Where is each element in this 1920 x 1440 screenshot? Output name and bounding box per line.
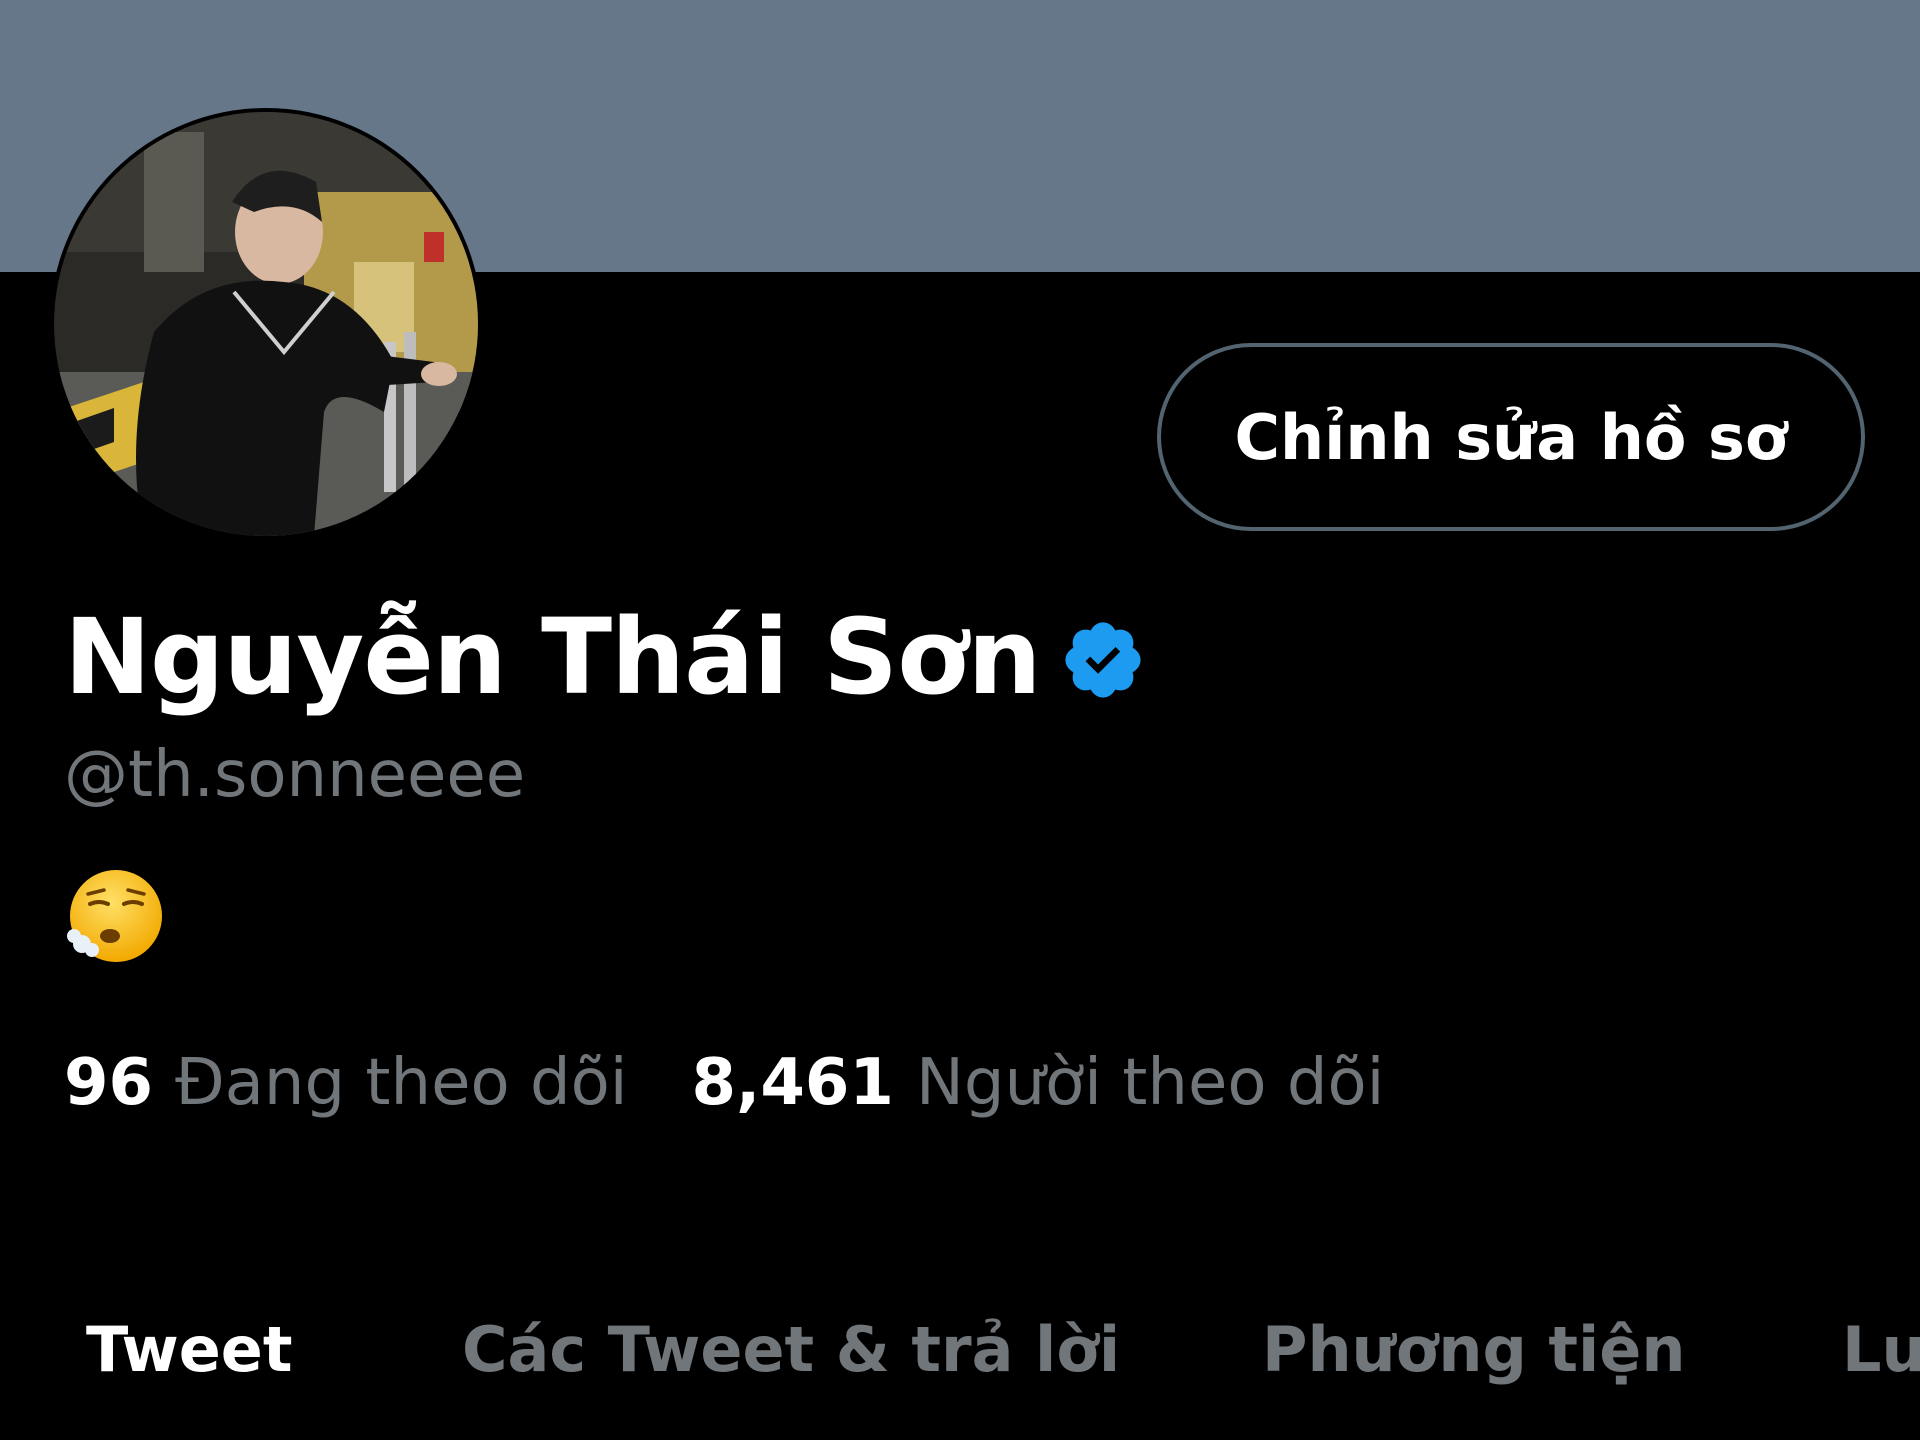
tab-media[interactable]: Phương tiện bbox=[1262, 1290, 1686, 1410]
display-name: Nguyễn Thái Sơn bbox=[64, 596, 1042, 718]
profile-handle: @th.sonneeee bbox=[64, 738, 526, 812]
following-label: Đang theo dõi bbox=[175, 1046, 628, 1120]
following-stat[interactable]: 96 Đang theo dõi bbox=[64, 1046, 628, 1120]
tab-tweets[interactable]: Tweet bbox=[86, 1290, 293, 1410]
verified-badge-icon[interactable] bbox=[1059, 616, 1147, 704]
profile-stats: 96 Đang theo dõi 8,461 Người theo dõi bbox=[64, 1046, 1384, 1120]
tab-tweets-and-replies[interactable]: Các Tweet & trả lời bbox=[462, 1290, 1120, 1410]
followers-label: Người theo dõi bbox=[915, 1046, 1385, 1120]
following-count: 96 bbox=[64, 1046, 154, 1120]
name-row: Nguyễn Thái Sơn bbox=[64, 592, 1147, 722]
followers-count: 8,461 bbox=[691, 1046, 894, 1120]
avatar[interactable] bbox=[50, 108, 482, 540]
followers-stat[interactable]: 8,461 Người theo dõi bbox=[692, 1046, 1385, 1120]
tab-likes[interactable]: Lu bbox=[1842, 1290, 1920, 1410]
face-exhaling-emoji bbox=[67, 870, 162, 962]
avatar-photo bbox=[54, 112, 478, 536]
profile-tabs: Tweet Các Tweet & trả lời Phương tiện Lu bbox=[0, 1290, 1920, 1410]
edit-profile-button[interactable]: Chỉnh sửa hồ sơ bbox=[1157, 343, 1865, 531]
